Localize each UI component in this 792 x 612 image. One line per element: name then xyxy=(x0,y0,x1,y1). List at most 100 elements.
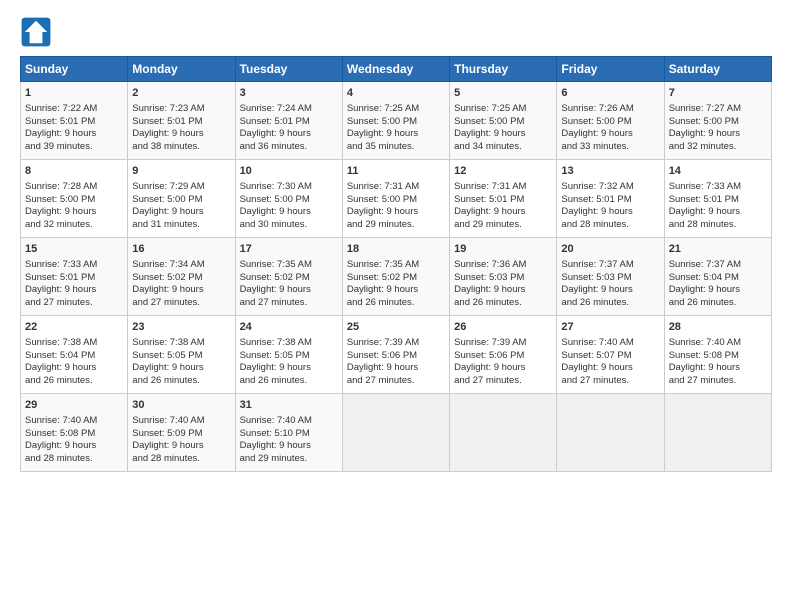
day-number: 10 xyxy=(240,164,338,179)
day-info: Daylight: 9 hours xyxy=(240,440,338,453)
day-info: Sunrise: 7:22 AM xyxy=(25,103,123,116)
day-info: and 26 minutes. xyxy=(669,297,767,310)
day-info: Sunset: 5:01 PM xyxy=(240,116,338,129)
col-header-friday: Friday xyxy=(557,57,664,82)
day-info: Daylight: 9 hours xyxy=(240,362,338,375)
day-info: Sunset: 5:00 PM xyxy=(561,116,659,129)
day-info: Sunset: 5:00 PM xyxy=(25,194,123,207)
day-number: 30 xyxy=(132,398,230,413)
day-number: 3 xyxy=(240,86,338,101)
day-info: Daylight: 9 hours xyxy=(132,440,230,453)
day-info: Sunset: 5:02 PM xyxy=(240,272,338,285)
day-info: Sunrise: 7:40 AM xyxy=(240,415,338,428)
cal-cell: 27Sunrise: 7:40 AMSunset: 5:07 PMDayligh… xyxy=(557,316,664,394)
day-info: Sunrise: 7:25 AM xyxy=(454,103,552,116)
day-info: Sunrise: 7:31 AM xyxy=(454,181,552,194)
cal-cell: 1Sunrise: 7:22 AMSunset: 5:01 PMDaylight… xyxy=(21,82,128,160)
day-info: and 27 minutes. xyxy=(347,375,445,388)
day-info: and 29 minutes. xyxy=(347,219,445,232)
day-number: 18 xyxy=(347,242,445,257)
calendar-table: SundayMondayTuesdayWednesdayThursdayFrid… xyxy=(20,56,772,472)
day-info: Daylight: 9 hours xyxy=(25,362,123,375)
day-info: Sunrise: 7:40 AM xyxy=(132,415,230,428)
day-info: Daylight: 9 hours xyxy=(454,206,552,219)
day-number: 28 xyxy=(669,320,767,335)
day-info: Sunrise: 7:38 AM xyxy=(240,337,338,350)
day-info: Sunset: 5:09 PM xyxy=(132,428,230,441)
day-info: Sunset: 5:05 PM xyxy=(240,350,338,363)
day-info: Daylight: 9 hours xyxy=(132,206,230,219)
day-number: 31 xyxy=(240,398,338,413)
day-info: Daylight: 9 hours xyxy=(25,284,123,297)
day-info: and 36 minutes. xyxy=(240,141,338,154)
day-number: 25 xyxy=(347,320,445,335)
cal-cell xyxy=(664,394,771,472)
day-info: and 28 minutes. xyxy=(132,453,230,466)
day-info: and 26 minutes. xyxy=(454,297,552,310)
day-info: Daylight: 9 hours xyxy=(561,128,659,141)
cal-cell: 28Sunrise: 7:40 AMSunset: 5:08 PMDayligh… xyxy=(664,316,771,394)
day-info: Daylight: 9 hours xyxy=(347,128,445,141)
day-info: and 27 minutes. xyxy=(240,297,338,310)
day-info: Sunrise: 7:33 AM xyxy=(669,181,767,194)
cal-cell: 19Sunrise: 7:36 AMSunset: 5:03 PMDayligh… xyxy=(450,238,557,316)
day-info: Sunrise: 7:37 AM xyxy=(669,259,767,272)
cal-cell: 2Sunrise: 7:23 AMSunset: 5:01 PMDaylight… xyxy=(128,82,235,160)
day-info: Daylight: 9 hours xyxy=(669,362,767,375)
day-info: and 29 minutes. xyxy=(240,453,338,466)
cal-cell: 5Sunrise: 7:25 AMSunset: 5:00 PMDaylight… xyxy=(450,82,557,160)
day-info: Daylight: 9 hours xyxy=(240,128,338,141)
day-number: 20 xyxy=(561,242,659,257)
day-info: Sunrise: 7:29 AM xyxy=(132,181,230,194)
day-info: Daylight: 9 hours xyxy=(669,128,767,141)
day-info: and 28 minutes. xyxy=(561,219,659,232)
day-info: Daylight: 9 hours xyxy=(669,206,767,219)
day-info: Sunrise: 7:30 AM xyxy=(240,181,338,194)
col-header-sunday: Sunday xyxy=(21,57,128,82)
day-info: Sunrise: 7:23 AM xyxy=(132,103,230,116)
day-info: Sunrise: 7:40 AM xyxy=(25,415,123,428)
cal-cell: 21Sunrise: 7:37 AMSunset: 5:04 PMDayligh… xyxy=(664,238,771,316)
day-number: 15 xyxy=(25,242,123,257)
cal-cell: 24Sunrise: 7:38 AMSunset: 5:05 PMDayligh… xyxy=(235,316,342,394)
cal-cell: 3Sunrise: 7:24 AMSunset: 5:01 PMDaylight… xyxy=(235,82,342,160)
day-info: Sunset: 5:00 PM xyxy=(454,116,552,129)
day-info: Sunrise: 7:35 AM xyxy=(240,259,338,272)
cal-cell: 13Sunrise: 7:32 AMSunset: 5:01 PMDayligh… xyxy=(557,160,664,238)
day-info: Sunset: 5:00 PM xyxy=(347,116,445,129)
day-info: Sunrise: 7:27 AM xyxy=(669,103,767,116)
day-info: Sunset: 5:04 PM xyxy=(669,272,767,285)
cal-cell: 15 Sunrise: 7:33 AMSunset: 5:01 PMDayligh… xyxy=(21,238,128,316)
day-info: Daylight: 9 hours xyxy=(240,284,338,297)
day-info: and 30 minutes. xyxy=(240,219,338,232)
day-info: Sunrise: 7:40 AM xyxy=(561,337,659,350)
day-info: Sunrise: 7:31 AM xyxy=(347,181,445,194)
day-info: Sunset: 5:05 PM xyxy=(132,350,230,363)
col-header-tuesday: Tuesday xyxy=(235,57,342,82)
day-info: and 34 minutes. xyxy=(454,141,552,154)
day-info: Sunset: 5:00 PM xyxy=(347,194,445,207)
day-info: Sunrise: 7:38 AM xyxy=(132,337,230,350)
day-info: Sunrise: 7:38 AM xyxy=(25,337,123,350)
day-info: Sunrise: 7:37 AM xyxy=(561,259,659,272)
cal-cell xyxy=(342,394,449,472)
day-info: and 26 minutes. xyxy=(132,375,230,388)
day-info: Sunrise: 7:33 AM xyxy=(25,259,123,272)
day-info: Sunrise: 7:40 AM xyxy=(669,337,767,350)
day-info: Sunset: 5:01 PM xyxy=(25,116,123,129)
day-info: and 29 minutes. xyxy=(454,219,552,232)
cal-cell: 18Sunrise: 7:35 AMSunset: 5:02 PMDayligh… xyxy=(342,238,449,316)
day-info: and 26 minutes. xyxy=(240,375,338,388)
day-number: 2 xyxy=(132,86,230,101)
day-info: Sunset: 5:01 PM xyxy=(25,272,123,285)
week-row-1: 8Sunrise: 7:28 AMSunset: 5:00 PMDaylight… xyxy=(21,160,772,238)
day-number: 16 xyxy=(132,242,230,257)
cal-cell: 9Sunrise: 7:29 AMSunset: 5:00 PMDaylight… xyxy=(128,160,235,238)
header-row: SundayMondayTuesdayWednesdayThursdayFrid… xyxy=(21,57,772,82)
day-info: and 32 minutes. xyxy=(669,141,767,154)
header xyxy=(20,16,772,48)
day-info: Sunset: 5:01 PM xyxy=(454,194,552,207)
day-info: Sunset: 5:08 PM xyxy=(25,428,123,441)
day-info: and 27 minutes. xyxy=(25,297,123,310)
col-header-monday: Monday xyxy=(128,57,235,82)
